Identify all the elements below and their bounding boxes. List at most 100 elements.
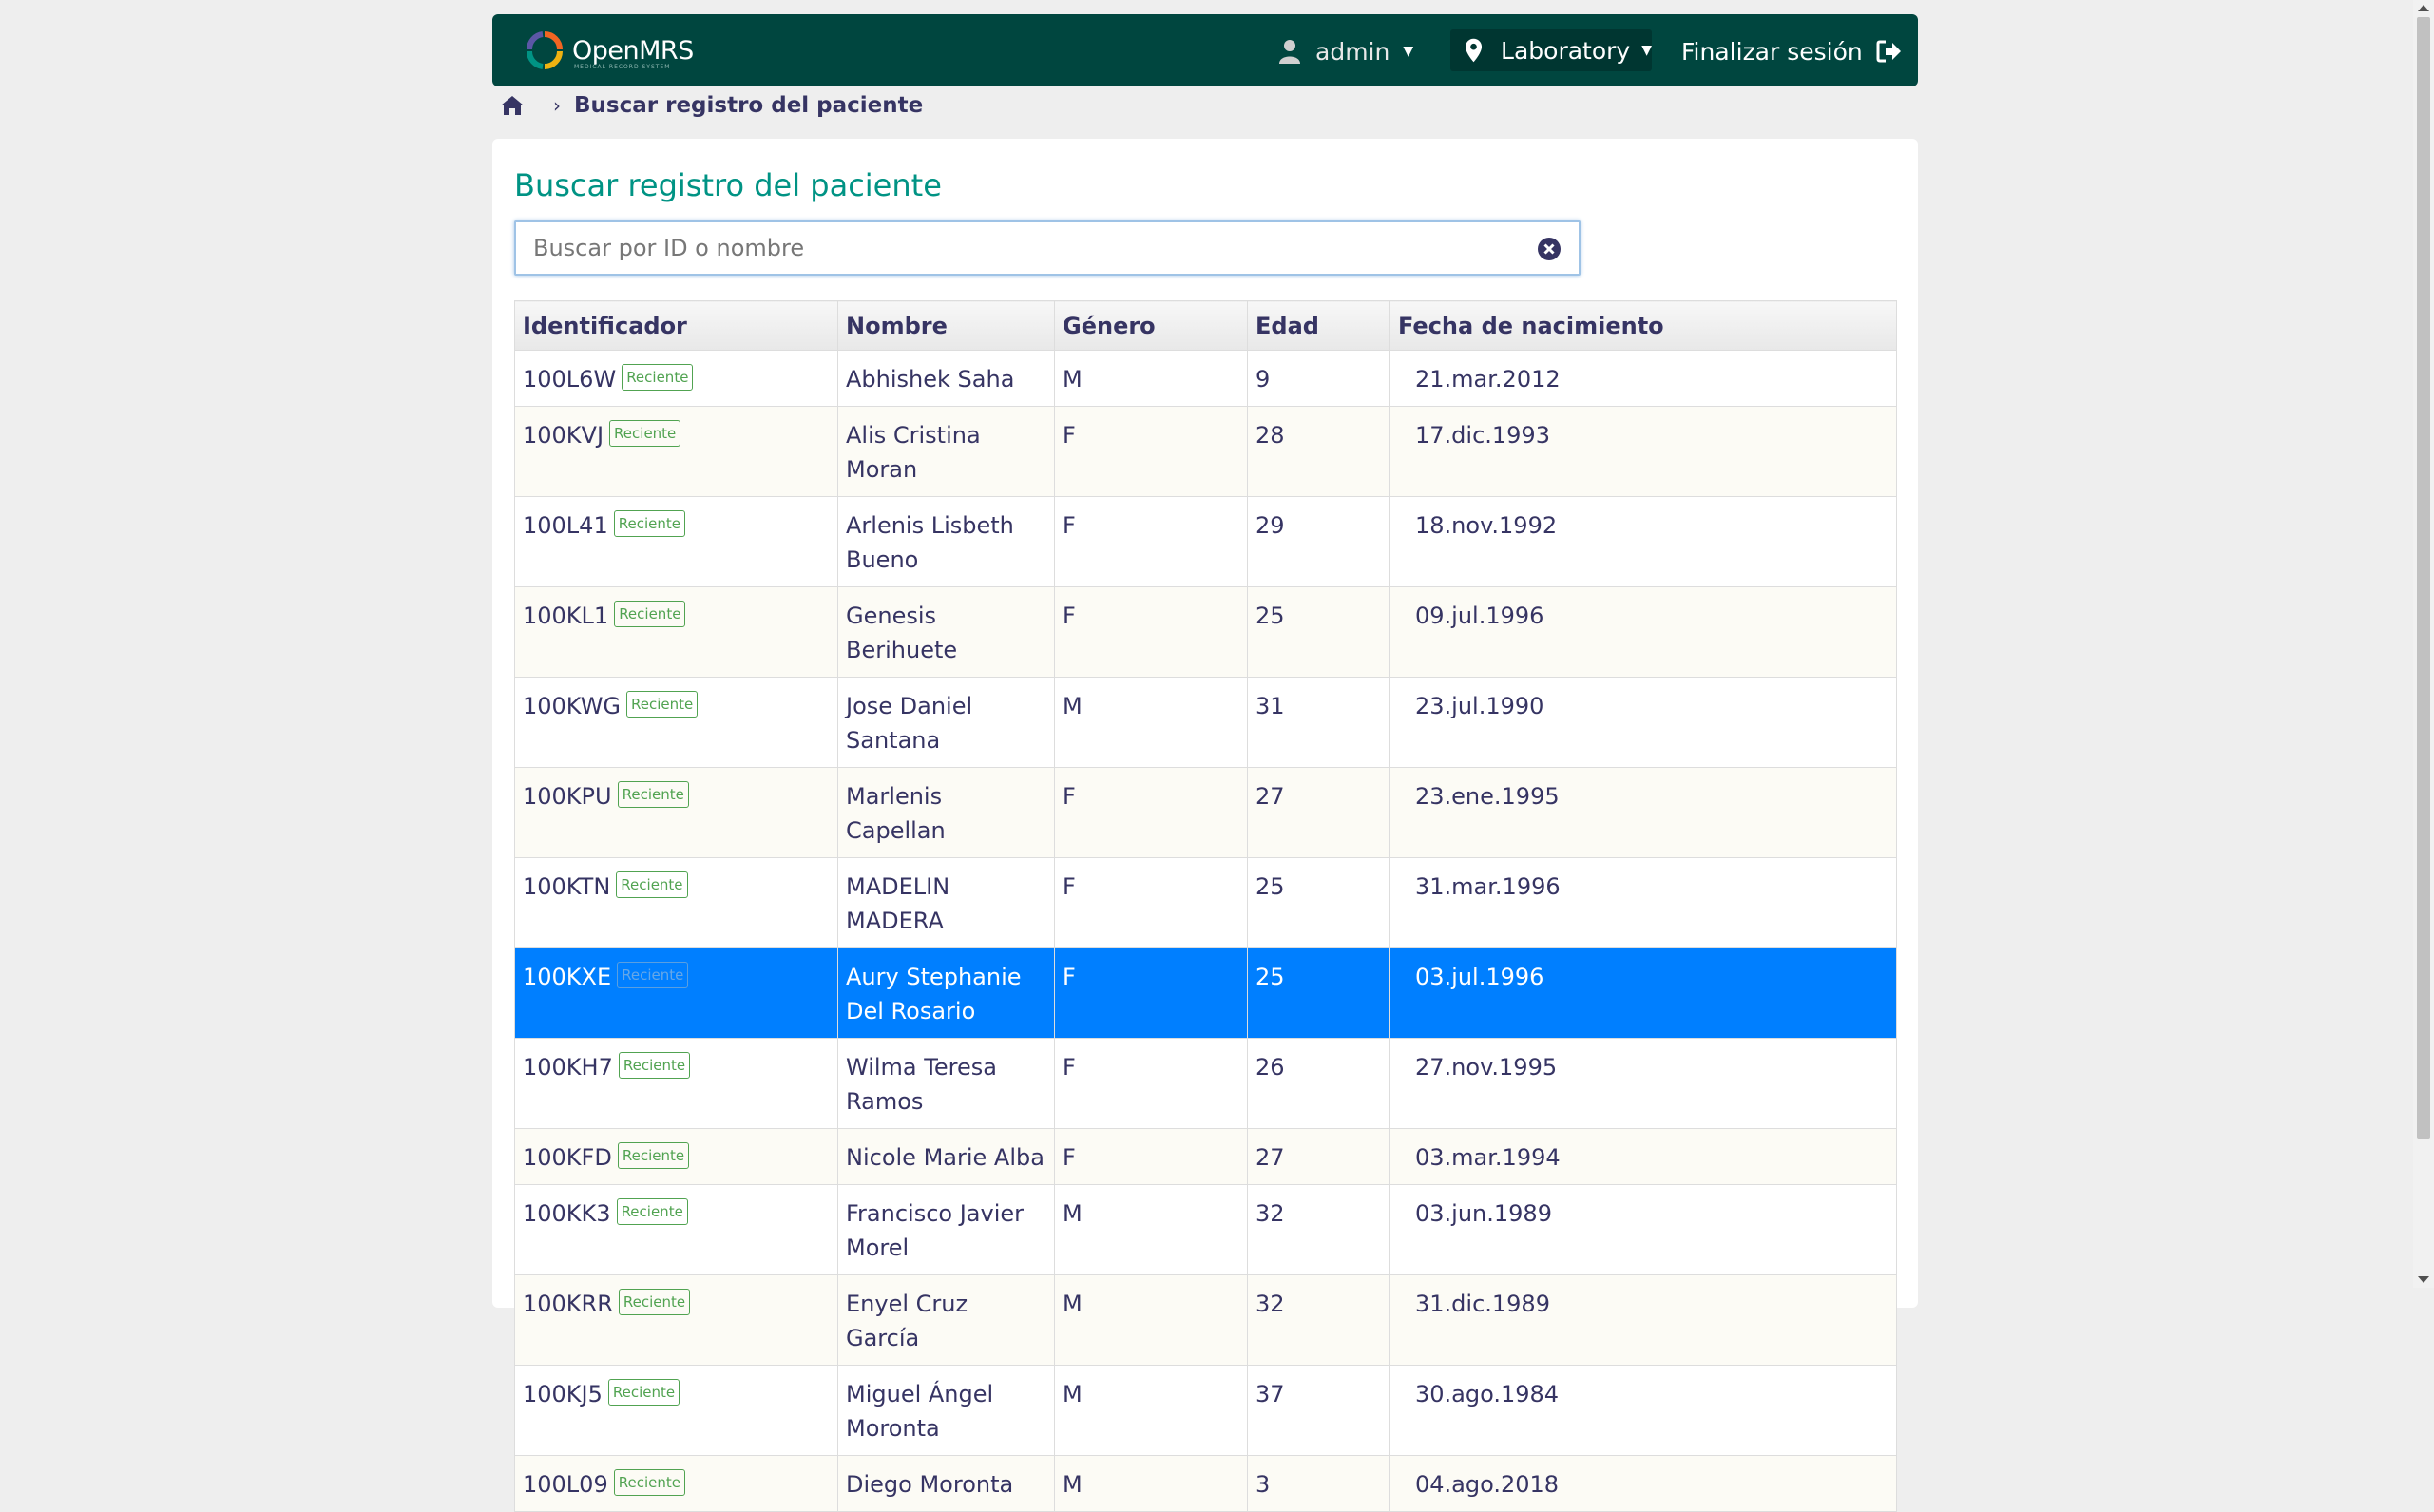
table-row[interactable]: 100KH7 Reciente Wilma Teresa Ramos F 26 27.no… (514, 1038, 1897, 1129)
table-row[interactable]: 100KRR Reciente Enyel Cruz García M 32 31.dic… (514, 1274, 1897, 1366)
cell-birthdate: 21.mar.2012 (1389, 350, 1897, 407)
cell-identifier: 100KK3 Reciente (514, 1184, 838, 1275)
cell-name: MADELIN MADERA (837, 857, 1055, 948)
main-panel: Buscar registro del paciente Identificad… (492, 139, 1918, 1512)
cell-age: 32 (1247, 1274, 1390, 1366)
table-row[interactable]: 100KPU Reciente Marlenis Capellan F 27 23.ene… (514, 767, 1897, 858)
table-row[interactable]: 100KVJ Reciente Alis Cristina Moran F 28 17.d… (514, 406, 1897, 497)
table-row[interactable]: 100KL1 Reciente Genesis Berihuete F 25 09.jul… (514, 586, 1897, 678)
cell-age: 25 (1247, 857, 1390, 948)
cell-gender: F (1054, 496, 1248, 587)
cell-birthdate: 09.jul.1996 (1389, 586, 1897, 678)
page-scrollbar[interactable] (2413, 0, 2434, 1288)
cell-gender: M (1054, 1365, 1248, 1456)
chevron-down-icon: ▼ (1403, 44, 1414, 59)
cell-birthdate: 18.nov.1992 (1389, 496, 1897, 587)
search-box (514, 220, 1581, 276)
patient-identifier: 100KVJ (523, 422, 604, 449)
table-row[interactable]: 100KFD Reciente Nicole Marie Alba F 27 03.mar… (514, 1128, 1897, 1185)
cell-gender: M (1054, 1274, 1248, 1366)
cell-birthdate: 31.mar.1996 (1389, 857, 1897, 948)
table-row[interactable]: 100L6W Reciente Abhishek Saha M 9 21.mar.2012 (514, 350, 1897, 407)
patient-identifier: 100KWG (523, 693, 622, 719)
table-row[interactable]: 100KWG Reciente Jose Daniel Santana M 31 23.j… (514, 677, 1897, 768)
table-row[interactable]: 100KK3 Reciente Francisco Javier Morel M 32 0… (514, 1184, 1897, 1275)
cell-age: 27 (1247, 1128, 1390, 1185)
top-navbar: OpenMRS MEDICAL RECORD SYSTEM admin ▼ La… (492, 14, 1918, 86)
cell-gender: F (1054, 406, 1248, 497)
patient-identifier: 100KXE (523, 964, 612, 990)
logout-label: Finalizar sesión (1681, 37, 1863, 66)
cell-age: 32 (1247, 1184, 1390, 1275)
column-header-name[interactable]: Nombre (837, 300, 1055, 351)
scroll-down-arrow-icon[interactable] (2418, 1276, 2429, 1283)
cell-birthdate: 03.jul.1996 (1389, 947, 1897, 1039)
chevron-down-icon: ▼ (1641, 43, 1652, 58)
column-header-identifier[interactable]: Identificador (514, 300, 838, 351)
cell-identifier: 100KRR Reciente (514, 1274, 838, 1366)
table-header-row: Identificador Nombre Género Edad Fecha d… (514, 300, 1897, 351)
cell-identifier: 100L09 Reciente (514, 1455, 838, 1512)
cell-gender: F (1054, 586, 1248, 678)
patient-identifier: 100L09 (523, 1471, 608, 1498)
table-row[interactable]: 100L41 Reciente Arlenis Lisbeth Bueno F 29 18… (514, 496, 1897, 587)
cell-birthdate: 04.ago.2018 (1389, 1455, 1897, 1512)
scrollbar-thumb[interactable] (2417, 17, 2430, 1139)
cell-birthdate: 17.dic.1993 (1389, 406, 1897, 497)
recent-badge: Reciente (617, 962, 689, 988)
sign-out-icon (1876, 40, 1901, 63)
patient-identifier: 100KFD (523, 1144, 612, 1171)
table-row[interactable]: 100KJ5 Reciente Miguel Ángel Moronta M 37 30.… (514, 1365, 1897, 1456)
cell-gender: F (1054, 1128, 1248, 1185)
home-icon[interactable] (500, 95, 525, 116)
breadcrumb: › Buscar registro del paciente (500, 91, 923, 120)
table-row[interactable]: 100KXE Reciente Aury Stephanie Del Rosario… (514, 947, 1897, 1039)
recent-badge: Reciente (613, 1469, 685, 1496)
cell-identifier: 100KJ5 Reciente (514, 1365, 838, 1456)
recent-badge: Reciente (617, 1142, 690, 1169)
patient-identifier: 100KPU (523, 783, 612, 810)
cell-birthdate: 31.dic.1989 (1389, 1274, 1897, 1366)
location-menu[interactable]: Laboratory ▼ (1450, 29, 1652, 71)
cell-age: 9 (1247, 350, 1390, 407)
cell-gender: F (1054, 857, 1248, 948)
cell-identifier: 100KWG Reciente (514, 677, 838, 768)
search-input[interactable] (531, 222, 1514, 274)
cell-gender: M (1054, 350, 1248, 407)
cell-age: 28 (1247, 406, 1390, 497)
column-header-gender[interactable]: Género (1054, 300, 1248, 351)
cell-name: Alis Cristina Moran (837, 406, 1055, 497)
recent-badge: Reciente (626, 691, 699, 718)
cell-name: Arlenis Lisbeth Bueno (837, 496, 1055, 587)
table-row[interactable]: 100L09 Reciente Diego Moronta M 3 04.ago.2018 (514, 1455, 1897, 1512)
cell-identifier: 100KL1 Reciente (514, 586, 838, 678)
logout-link[interactable]: Finalizar sesión (1681, 35, 1903, 67)
cell-age: 31 (1247, 677, 1390, 768)
patient-identifier: 100KK3 (523, 1200, 611, 1227)
user-icon (1279, 40, 1300, 64)
column-header-age[interactable]: Edad (1247, 300, 1390, 351)
cell-age: 25 (1247, 586, 1390, 678)
table-row[interactable]: 100KTN Reciente MADELIN MADERA F 25 31.mar.19… (514, 857, 1897, 948)
patient-identifier: 100L41 (523, 512, 608, 539)
cell-birthdate: 03.jun.1989 (1389, 1184, 1897, 1275)
column-header-birthdate[interactable]: Fecha de nacimiento (1389, 300, 1897, 351)
recent-badge: Reciente (617, 781, 689, 808)
recent-badge: Reciente (609, 420, 681, 447)
patient-identifier: 100KJ5 (523, 1381, 603, 1407)
recent-badge: Reciente (607, 1379, 680, 1406)
chevron-right-icon: › (553, 94, 561, 117)
patient-identifier: 100KL1 (523, 603, 609, 629)
cell-gender: F (1054, 767, 1248, 858)
cell-name: Jose Daniel Santana (837, 677, 1055, 768)
clear-search-icon[interactable] (1537, 237, 1562, 261)
scroll-up-arrow-icon[interactable] (2418, 5, 2429, 11)
recent-badge: Reciente (616, 871, 688, 898)
cell-name: Miguel Ángel Moronta (837, 1365, 1055, 1456)
recent-badge: Reciente (613, 510, 685, 537)
cell-identifier: 100KXE Reciente (514, 947, 838, 1039)
user-menu[interactable]: admin ▼ (1279, 35, 1413, 67)
breadcrumb-current: Buscar registro del paciente (574, 93, 924, 118)
cell-identifier: 100KPU Reciente (514, 767, 838, 858)
cell-name: Diego Moronta (837, 1455, 1055, 1512)
